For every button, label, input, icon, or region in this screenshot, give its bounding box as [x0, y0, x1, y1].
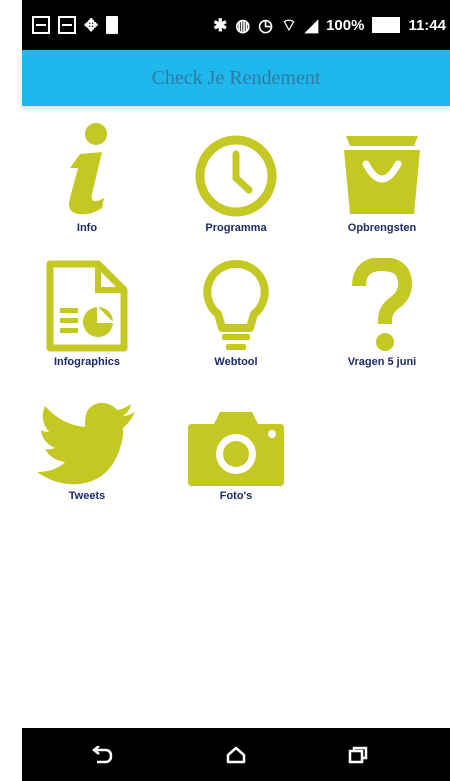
question-mark-icon: [352, 258, 413, 351]
alarm-icon: ◷: [258, 15, 274, 35]
clock-icon: [195, 135, 277, 217]
tile-label: Webtool: [214, 356, 258, 368]
tile-label: Opbrengsten: [347, 222, 417, 234]
phone-screen: ✥ ✱ ◍ ◷ ⌔ ◢ 100% 11:44 Check Je Rendemen…: [22, 0, 450, 781]
status-bar: ✥ ✱ ◍ ◷ ⌔ ◢ 100% 11:44: [22, 0, 450, 50]
battery-notification-icon: [106, 16, 119, 34]
recent-apps-icon: [348, 746, 368, 763]
home-icon: [226, 746, 246, 763]
tile-label: Foto's: [219, 490, 253, 502]
lightbulb-icon: [203, 259, 269, 350]
tile-info[interactable]: Info: [17, 120, 157, 250]
shopping-bag-icon: [344, 136, 420, 214]
tile-programma[interactable]: Programma: [166, 120, 306, 250]
usb-icon: ✥: [84, 15, 99, 35]
tile-tweets[interactable]: Tweets: [17, 388, 157, 518]
tile-label: Tweets: [68, 490, 106, 502]
back-icon: [91, 745, 113, 763]
vibrate-icon: ◍: [235, 15, 251, 35]
tile-label: Infographics: [53, 356, 120, 368]
wifi-icon: ⌔: [281, 15, 297, 35]
camera-icon: [188, 412, 284, 486]
tile-infographics[interactable]: Infographics: [17, 254, 157, 384]
navigation-bar: [22, 728, 450, 781]
tile-webtool[interactable]: Webtool: [166, 254, 306, 384]
battery-icon: [372, 17, 401, 33]
tile-opbrengsten[interactable]: Opbrengsten: [312, 120, 450, 250]
recent-apps-button[interactable]: [328, 728, 388, 781]
bluetooth-icon: ✱: [213, 15, 228, 35]
tile-fotos[interactable]: Foto's: [166, 388, 306, 518]
clock-time: 11:44: [408, 16, 446, 34]
notification-icon: [32, 16, 50, 34]
tile-label: Vragen 5 juni: [347, 356, 417, 368]
signal-icon: ◢: [305, 15, 319, 35]
app-title: Check Je Rendement: [151, 66, 321, 89]
app-bar: Check Je Rendement: [22, 50, 450, 106]
notification-icon: [58, 16, 76, 34]
tile-label: Programma: [205, 222, 267, 234]
tile-vragen[interactable]: Vragen 5 juni: [312, 254, 450, 384]
home-button[interactable]: [206, 728, 266, 781]
twitter-bird-icon: [37, 402, 135, 485]
back-button[interactable]: [72, 728, 132, 781]
battery-percent: 100%: [326, 16, 365, 34]
tile-label: Info: [76, 222, 98, 234]
document-chart-icon: [46, 260, 128, 352]
info-icon: [69, 123, 107, 215]
